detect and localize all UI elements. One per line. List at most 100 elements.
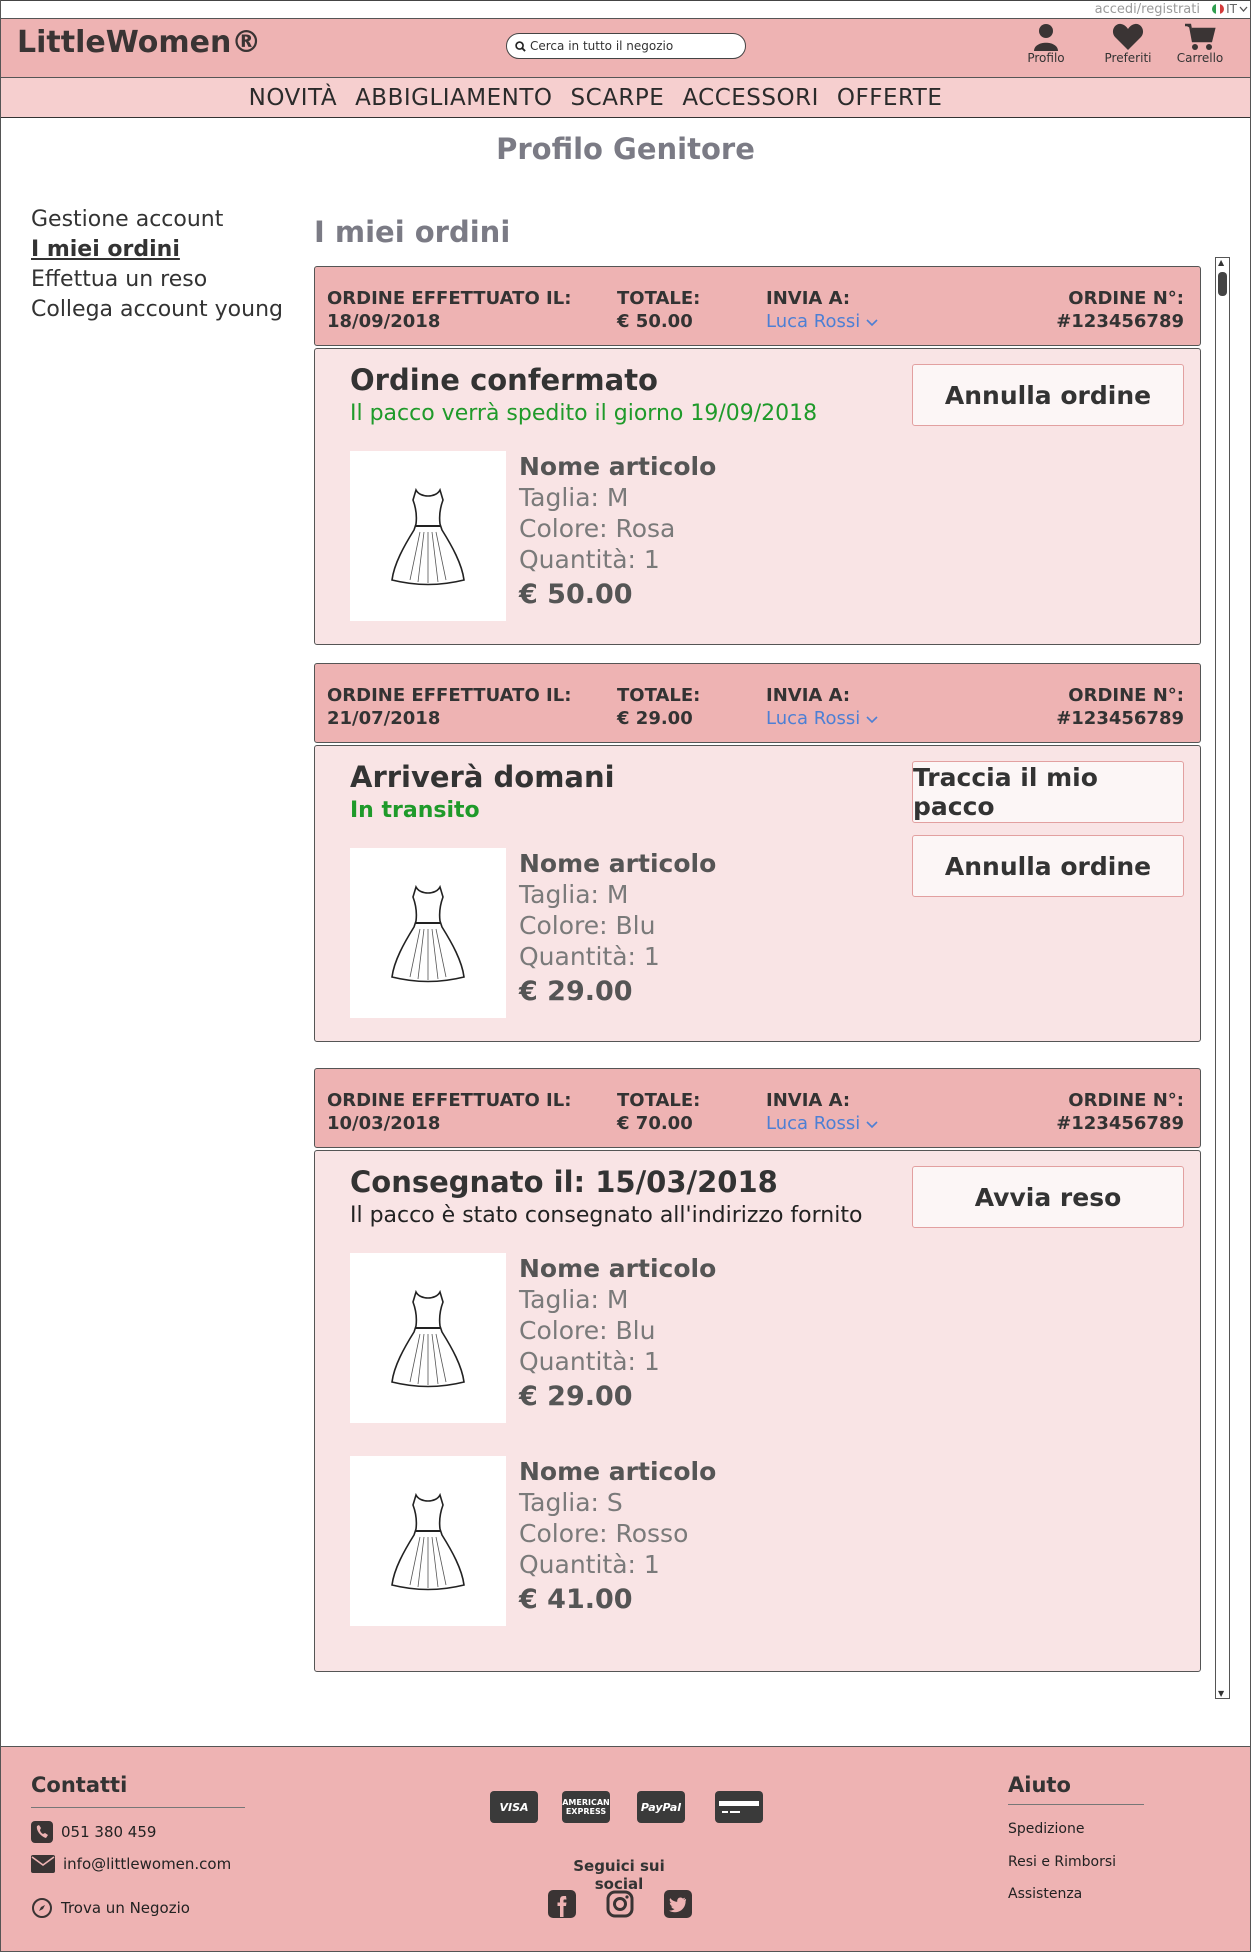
sidebar-item-account[interactable]: Gestione account [31, 205, 283, 235]
order-number-label: ORDINE N°: [1068, 288, 1184, 309]
item-name[interactable]: Nome articolo [519, 1456, 716, 1487]
order-status-title: Consegnato il: 15/03/2018 [350, 1165, 778, 1199]
ship-to-label: INVIA A: [766, 288, 851, 309]
profile-button[interactable]: Profilo [1016, 23, 1076, 65]
search-input[interactable]: Cerca in tutto il negozio [506, 33, 746, 59]
order-date: 21/07/2018 [327, 708, 441, 729]
site-footer: Contatti 051 380 459 info@littlewomen.co… [1, 1746, 1250, 1952]
product-image[interactable] [350, 1456, 506, 1626]
order-status-subtitle: Il pacco è stato consegnato all'indirizz… [350, 1203, 863, 1228]
scroll-up-arrow[interactable]: ▲ [1218, 258, 1224, 267]
item-size: Taglia: S [519, 1488, 623, 1517]
order-header: ORDINE EFFETTUATO IL: 18/09/2018 TOTALE: €… [314, 266, 1201, 346]
email-contact[interactable]: info@littlewomen.com [31, 1855, 231, 1873]
item-size: Taglia: M [519, 483, 629, 512]
order-status-title: Arriverà domani [350, 760, 615, 794]
order-header: ORDINE EFFETTUATO IL: 10/03/2018 TOTALE: €… [314, 1068, 1201, 1148]
order-body: Consegnato il: 15/03/2018 Il pacco è sta… [314, 1150, 1201, 1672]
divider [1008, 1804, 1144, 1805]
scrollbar-thumb[interactable] [1218, 272, 1227, 296]
instagram-icon[interactable] [606, 1890, 634, 1918]
cancel-order-button[interactable]: Annulla ordine [912, 835, 1184, 897]
sidebar-item-orders[interactable]: I miei ordini [31, 235, 283, 265]
dress-icon [391, 884, 465, 983]
recipient-name: Luca Rossi [766, 311, 861, 332]
order-total-label: TOTALE: [617, 288, 701, 309]
order-body: Arriverà domani In transito Traccia il m… [314, 745, 1201, 1042]
order-date: 18/09/2018 [327, 311, 441, 332]
top-strip: accedi/registrati IT [1, 0, 1250, 18]
track-package-button[interactable]: Traccia il mio pacco [912, 761, 1184, 823]
order-item: Nome articolo Taglia: M Colore: Blu Quan… [350, 848, 810, 1018]
order-item: Nome articolo Taglia: M Colore: Rosa Qua… [350, 451, 810, 621]
login-register-link[interactable]: accedi/registrati [1095, 2, 1200, 17]
item-color: Colore: Rosa [519, 514, 676, 543]
email-address: info@littlewomen.com [63, 1855, 232, 1873]
chevron-down-icon [866, 1121, 878, 1129]
favorites-label: Preferiti [1104, 51, 1152, 65]
order-number-label: ORDINE N°: [1068, 685, 1184, 706]
facebook-icon[interactable] [548, 1890, 576, 1918]
heart-icon [1112, 23, 1144, 50]
item-size: Taglia: M [519, 1285, 629, 1314]
order-number: #123456789 [1056, 708, 1184, 729]
contacts-title: Contatti [31, 1773, 128, 1797]
item-size: Taglia: M [519, 880, 629, 909]
nav-item-accessori[interactable]: ACCESSORI [682, 85, 819, 111]
item-name[interactable]: Nome articolo [519, 1253, 716, 1284]
product-image[interactable] [350, 451, 506, 621]
nav-item-abbigliamento[interactable]: ABBIGLIAMENTO [355, 85, 552, 111]
recipient-dropdown[interactable]: Luca Rossi [766, 1112, 878, 1135]
nav-item-offerte[interactable]: OFFERTE [837, 85, 942, 111]
store-locator-link[interactable]: Trova un Negozio [31, 1897, 190, 1919]
dress-icon [391, 1289, 465, 1388]
product-image[interactable] [350, 848, 506, 1018]
item-quantity: Quantità: 1 [519, 1550, 660, 1579]
sidebar-item-young-account[interactable]: Collega account young [31, 295, 283, 325]
item-quantity: Quantità: 1 [519, 942, 660, 971]
italy-flag-icon [1212, 4, 1225, 14]
account-sidebar: Gestione account I miei ordini Effettua … [31, 205, 283, 325]
twitter-icon[interactable] [664, 1890, 692, 1918]
scroll-down-arrow[interactable]: ▼ [1218, 1689, 1224, 1698]
site-logo[interactable]: LittleWomen® [17, 25, 261, 60]
recipient-dropdown[interactable]: Luca Rossi [766, 310, 878, 333]
cancel-order-button[interactable]: Annulla ordine [912, 364, 1184, 426]
help-link-shipping[interactable]: Spedizione [1008, 1821, 1084, 1837]
order-number-label: ORDINE N°: [1068, 1090, 1184, 1111]
main-nav: NOVITÀ ABBIGLIAMENTO SCARPE ACCESSORI OF… [1, 78, 1250, 118]
order-number: #123456789 [1056, 311, 1184, 332]
item-name[interactable]: Nome articolo [519, 451, 716, 482]
favorites-button[interactable]: Preferiti [1098, 23, 1158, 65]
dress-icon [391, 487, 465, 586]
order-date-label: ORDINE EFFETTUATO IL: [327, 288, 572, 309]
orders-scrollbar[interactable]: ▲ ▼ [1215, 257, 1230, 1699]
sidebar-item-return[interactable]: Effettua un reso [31, 265, 283, 295]
help-link-support[interactable]: Assistenza [1008, 1886, 1082, 1902]
page-title: Profilo Genitore [496, 132, 755, 166]
language-code: IT [1226, 2, 1237, 16]
visa-icon: VISA [490, 1791, 538, 1823]
ship-to-label: INVIA A: [766, 1090, 851, 1111]
help-link-returns[interactable]: Resi e Rimborsi [1008, 1854, 1116, 1870]
start-return-button[interactable]: Avvia reso [912, 1166, 1184, 1228]
product-image[interactable] [350, 1253, 506, 1423]
cart-label: Carrello [1176, 51, 1224, 65]
item-name[interactable]: Nome articolo [519, 848, 716, 879]
order-status-subtitle: In transito [350, 798, 480, 823]
item-quantity: Quantità: 1 [519, 545, 660, 574]
envelope-icon [31, 1855, 55, 1873]
site-header: LittleWomen® Cerca in tutto il negozio P… [1, 18, 1250, 78]
recipient-dropdown[interactable]: Luca Rossi [766, 707, 878, 730]
order-item: Nome articolo Taglia: M Colore: Blu Quan… [350, 1253, 810, 1423]
search-placeholder: Cerca in tutto il negozio [530, 39, 674, 53]
recipient-name: Luca Rossi [766, 1113, 861, 1134]
language-selector[interactable]: IT [1212, 2, 1248, 16]
cart-icon [1185, 23, 1216, 50]
phone-contact[interactable]: 051 380 459 [31, 1821, 156, 1843]
nav-item-scarpe[interactable]: SCARPE [571, 85, 665, 111]
cart-button[interactable]: Carrello [1170, 23, 1230, 65]
nav-item-novita[interactable]: NOVITÀ [249, 85, 337, 111]
recipient-name: Luca Rossi [766, 708, 861, 729]
chevron-down-icon [866, 716, 878, 724]
